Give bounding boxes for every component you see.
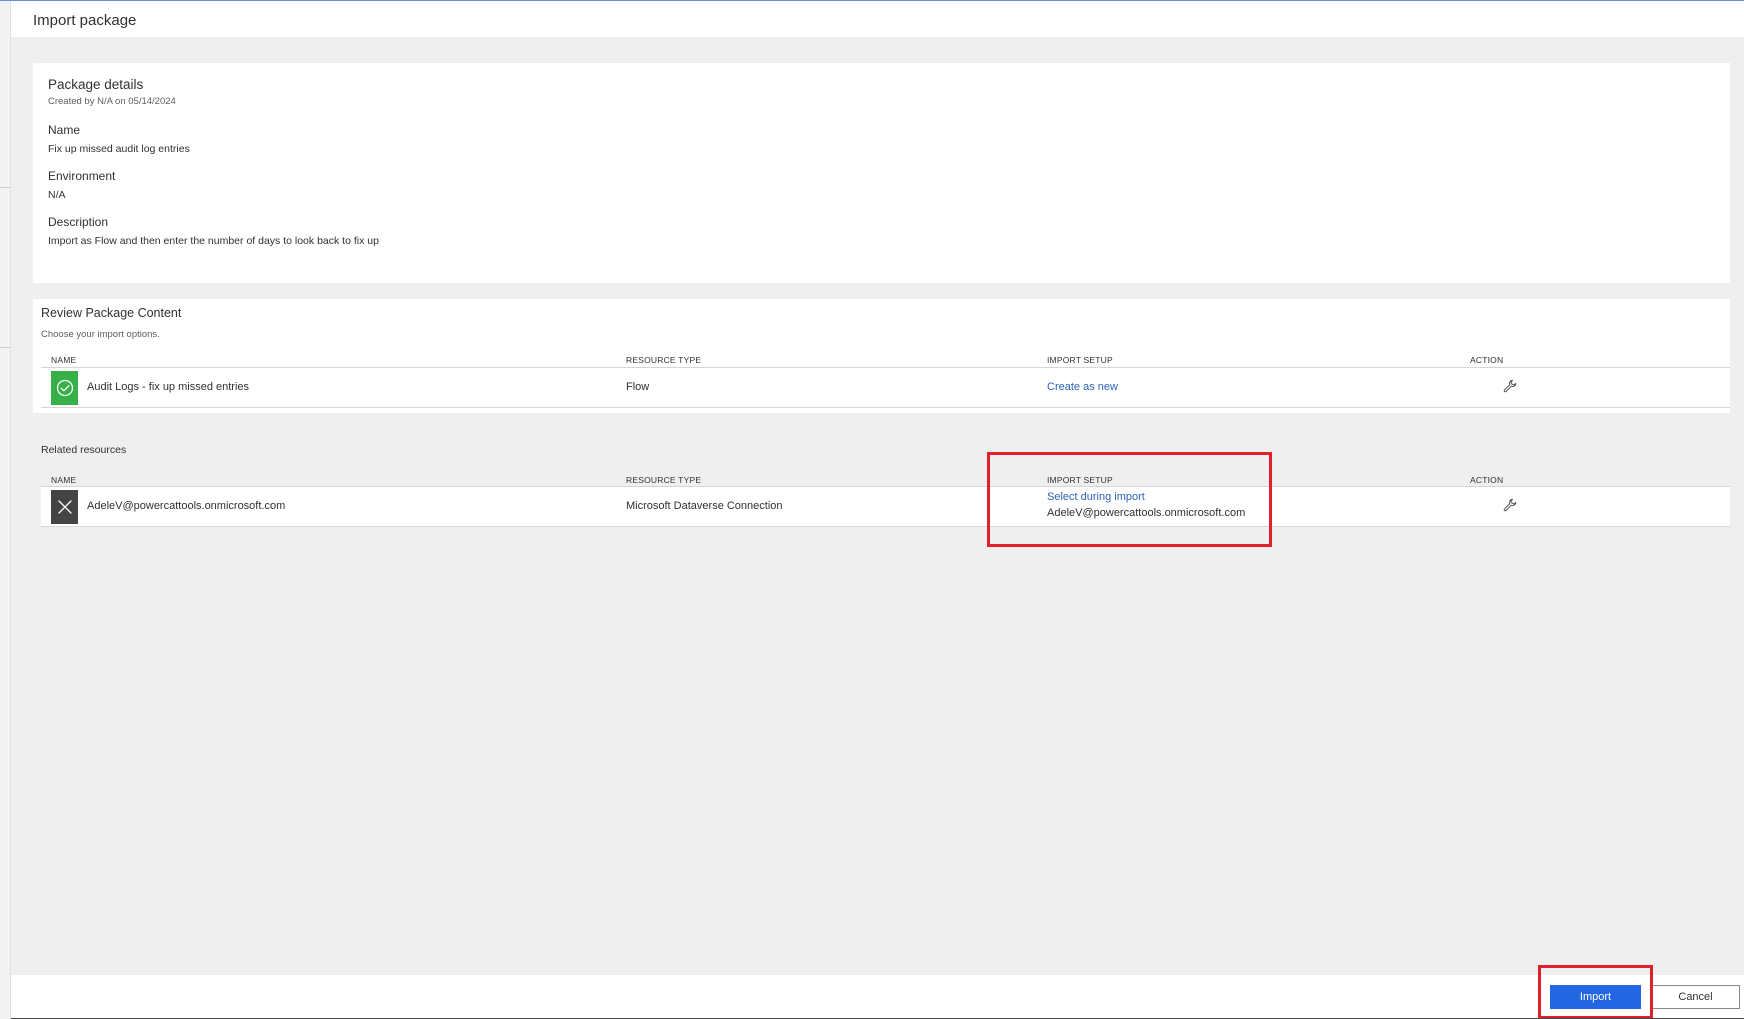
left-strip-divider [0,187,11,188]
environment-label: Environment [48,169,116,183]
panel-footer: Import Cancel [11,965,1744,1019]
table-row: AdeleV@powercattools.onmicrosoft.com Mic… [41,486,1730,527]
resource-type: Microsoft Dataverse Connection [626,500,783,512]
page-title: Import package [33,12,137,29]
close-icon [51,490,78,524]
resource-name: AdeleV@powercattools.onmicrosoft.com [87,500,286,512]
package-details-title: Package details [48,77,144,92]
check-circle-icon [51,371,78,405]
review-package-subtitle: Choose your import options. [41,329,160,340]
create-as-new-link[interactable]: Create as new [1047,381,1118,393]
package-created-by: Created by N/A on 05/14/2024 [48,96,176,107]
environment-value: N/A [48,189,66,201]
resource-type: Flow [626,381,650,393]
col-header-resource-type: RESOURCE TYPE [626,355,702,365]
resource-name: Audit Logs - fix up missed entries [87,381,250,393]
name-value: Fix up missed audit log entries [48,143,190,155]
related-resources-title: Related resources [41,444,127,456]
wrench-icon[interactable] [1503,379,1517,393]
review-package-title: Review Package Content [41,306,182,320]
package-details-card: Package details Created by N/A on 05/14/… [33,63,1730,283]
col-header-action: ACTION [1470,355,1504,365]
import-package-window: Import package Package details Created b… [0,0,1744,1019]
import-button-highlight [1538,965,1653,1019]
import-setup-highlight [987,452,1272,547]
name-label: Name [48,123,81,137]
left-strip-divider [0,347,11,348]
related-col-header-resource-type: RESOURCE TYPE [626,475,702,485]
col-header-import-setup: IMPORT SETUP [1047,355,1113,365]
description-label: Description [48,215,109,229]
cancel-button[interactable]: Cancel [1651,985,1740,1009]
panel-header: Import package [11,1,1744,37]
import-panel: Import package Package details Created b… [11,1,1744,1019]
description-value: Import as Flow and then enter the number… [48,235,379,247]
col-header-name: NAME [51,355,77,365]
wrench-icon[interactable] [1503,498,1517,512]
related-col-header-name: NAME [51,475,77,485]
review-package-card: Review Package Content Choose your impor… [33,299,1730,979]
panel-body: Package details Created by N/A on 05/14/… [11,37,1744,975]
related-col-header-action: ACTION [1470,475,1504,485]
table-row: Audit Logs - fix up missed entries Flow … [41,367,1730,408]
left-edge-strip [0,1,11,1019]
